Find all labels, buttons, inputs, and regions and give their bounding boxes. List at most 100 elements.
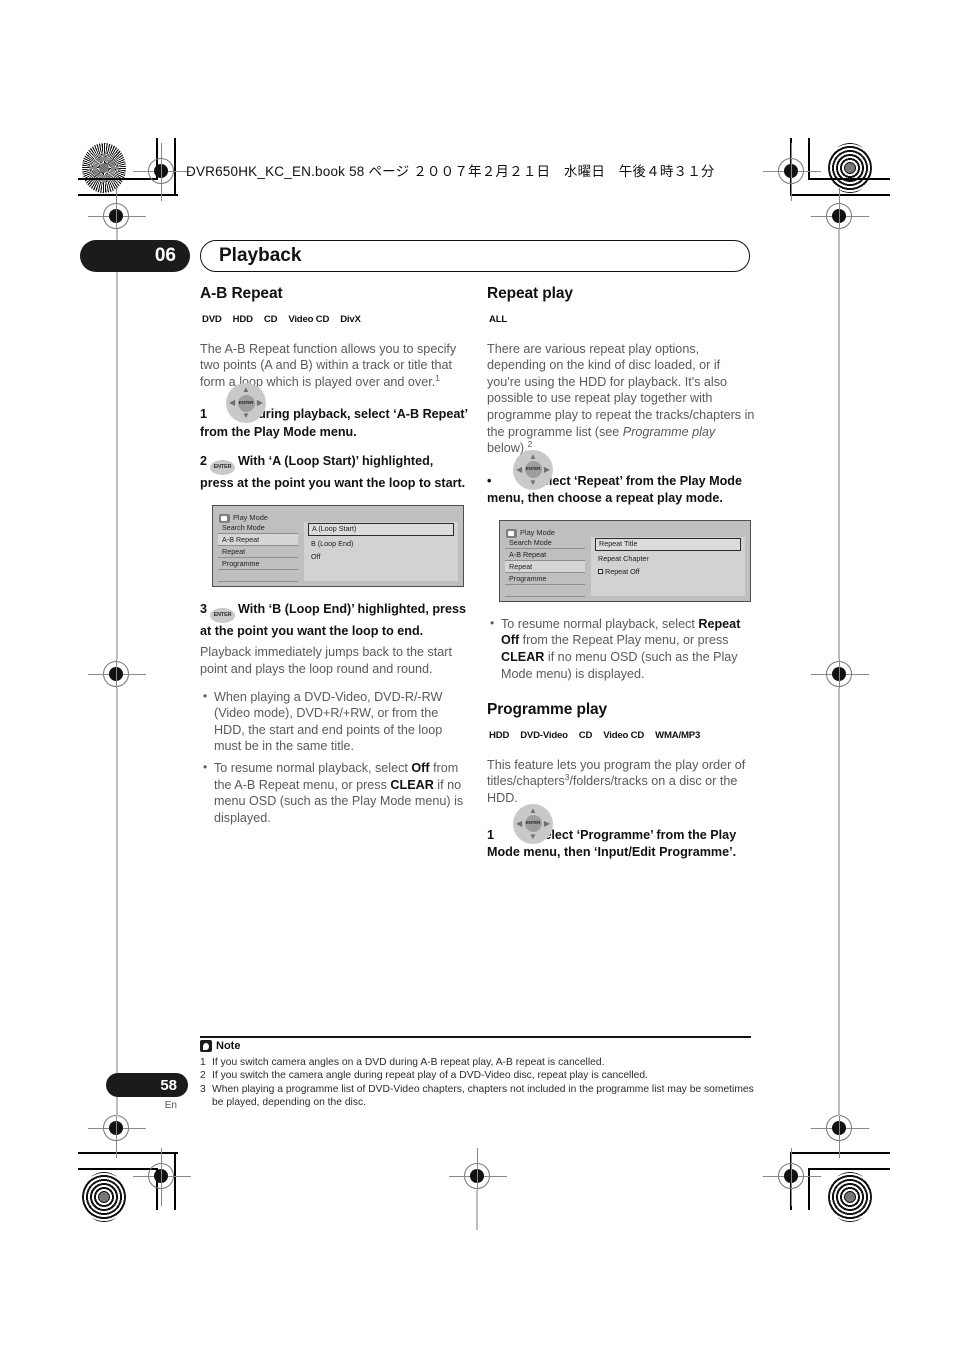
list-item: To resume normal playback, select Off fr… (203, 759, 470, 826)
osd-option-panel-2: Repeat Title Repeat Chapter Repeat Off (591, 536, 745, 596)
step-3-left-body: Playback immediately jumps back to the s… (200, 645, 452, 676)
osd-menu-item-search-mode[interactable]: Search Mode (218, 522, 298, 534)
dpad-right-arrow-icon: ▶ (256, 398, 263, 408)
repeat-play-intro-italic: Programme play (622, 424, 716, 439)
note-index-3: 3 (200, 1083, 206, 1095)
disc-badge-hdd-2: HDD (487, 728, 511, 746)
step-1-right-number: 1 (487, 827, 495, 842)
step-1-left: ▲ ▼ ◀ ▶ ENTER 1 During playback, select … (200, 383, 470, 441)
density-disc-top-right (828, 143, 872, 193)
osd-menu-item-ab-repeat-2[interactable]: A-B Repeat (505, 549, 585, 561)
osd-option-repeat-off-label: Repeat Off (605, 566, 640, 576)
disc-badge-wma-mp3: WMA/MP3 (653, 728, 702, 746)
disc-badge-all: ALL (487, 312, 509, 330)
osd-option-repeat-title[interactable]: Repeat Title (595, 537, 741, 551)
dpad-enter-icon-2: ▲ ▼ ◀ ▶ ENTER (513, 449, 553, 490)
step-2-left-text: With ‘A (Loop Start)’ highlighted, press… (200, 454, 466, 491)
step-3-left: 3 ENTER With ‘B (Loop End)’ highlighted, p… (200, 601, 470, 641)
density-disc-bottom-right (828, 1172, 872, 1222)
osd-option-off[interactable]: Off (308, 551, 454, 562)
registration-mark-upper-right (811, 188, 869, 246)
note-icon (200, 1040, 212, 1052)
osd-menu-item-search-mode-2[interactable]: Search Mode (505, 537, 585, 549)
disc-badge-video-cd-2: Video CD (601, 728, 646, 746)
registration-mark-lower-right (811, 1100, 869, 1158)
osd-option-repeat-off[interactable]: Repeat Off (595, 566, 741, 577)
disc-badges-repeat-play: ALL (487, 312, 757, 330)
dpad-right-arrow-icon-3: ▶ (543, 818, 550, 828)
osd-option-panel: A (Loop Start) B (Loop End) Off (304, 521, 458, 581)
density-disc-top-left (82, 143, 126, 193)
dpad-up-arrow-icon: ▲ (242, 385, 250, 395)
osd-menu-item-repeat[interactable]: Repeat (218, 546, 298, 558)
registration-mark-mid-right (811, 646, 869, 704)
disc-badge-cd: CD (262, 312, 279, 330)
note-item-3: 3 When playing a programme list of DVD-V… (200, 1083, 760, 1110)
guide-line-right-lower (838, 688, 840, 1116)
rp-bullet-1-p1: To resume normal playback, select (501, 616, 699, 631)
step-3-left-line: 3 ENTER With ‘B (Loop End)’ highlighted, p… (200, 601, 470, 641)
registration-mark-mid-left (88, 646, 146, 704)
note-item-1: 1 If you switch camera angles on a DVD d… (200, 1056, 760, 1069)
repeat-play-intro: There are various repeat play options, d… (487, 341, 757, 457)
right-column: Repeat play ALL There are various repeat… (487, 285, 757, 874)
osd-play-mode-ab-repeat: Play Mode Search Mode A-B Repeat Repeat … (212, 504, 464, 587)
note-index-2: 2 (200, 1070, 206, 1082)
list-item: To resume normal playback, select Repeat… (490, 615, 757, 682)
list-item: When playing a DVD-Video, DVD-R/-RW (Vid… (203, 688, 470, 755)
note-text-3: When playing a programme list of DVD-Vid… (212, 1083, 754, 1109)
osd-menu-item-programme[interactable]: Programme (218, 558, 298, 570)
step-3-left-number: 3 (200, 601, 208, 616)
bullet-2-p1: To resume normal playback, select (214, 760, 412, 775)
dpad-up-arrow-icon-3: ▲ (529, 805, 537, 815)
note-text-1: If you switch camera angles on a DVD dur… (212, 1057, 605, 1068)
repeat-play-bullets: To resume normal playback, select Repeat… (487, 615, 757, 682)
osd-menu-list-2: Search Mode A-B Repeat Repeat Programme (505, 537, 585, 597)
note-heading: Note (200, 1040, 240, 1052)
dpad-enter-center-label-3: ENTER (524, 815, 542, 832)
dpad-up-arrow-icon-2: ▲ (529, 451, 537, 461)
osd-option-repeat-chapter[interactable]: Repeat Chapter (595, 553, 741, 564)
dpad-left-arrow-icon-2: ◀ (516, 464, 523, 474)
note-text-2: If you switch the camera angle during re… (212, 1070, 648, 1082)
section-title-programme-play: Programme play (487, 701, 608, 719)
step-3-left-text: With ‘B (Loop End)’ highlighted, press a… (200, 601, 466, 638)
step-bullet-right: ▲ ▼ ◀ ▶ ENTER • Select ‘Repeat’ from the… (487, 449, 757, 508)
disc-badge-video-cd: Video CD (286, 312, 331, 330)
dpad-enter-icon-3: ▲ ▼ ◀ ▶ ENTER (513, 803, 553, 844)
osd-menu-item-programme-2[interactable]: Programme (505, 573, 585, 585)
dpad-down-arrow-icon-2: ▼ (529, 477, 537, 487)
dpad-enter-center-label-2: ENTER (524, 461, 542, 479)
footnote-ref-1: 1 (435, 372, 440, 383)
note-item-2: 2 If you switch the camera angle during … (200, 1069, 760, 1082)
step-1-right: ▲ ▼ ◀ ▶ ENTER 1 Select ‘Programme’ from … (487, 803, 757, 862)
enter-button-icon: ENTER (210, 460, 236, 476)
disc-badge-dvd: DVD (200, 312, 224, 330)
enter-button-icon-2: ENTER (210, 607, 236, 623)
dpad-enter-center-label: ENTER (237, 394, 255, 412)
note-index-1: 1 (200, 1057, 206, 1068)
book-file-header: DVR650HK_KC_EN.book 58 ページ ２００７年２月２１日 水曜… (186, 164, 715, 179)
osd-option-b-loop-end[interactable]: B (Loop End) (308, 538, 454, 549)
guide-line-right (838, 229, 840, 659)
rp-bullet-1-p3: from the Repeat Play menu, or press (519, 633, 729, 648)
rp-bullet-1-clear-bold: CLEAR (501, 649, 545, 664)
bullet-1-text: When playing a DVD-Video, DVD-R/-RW (Vid… (214, 689, 443, 754)
ab-repeat-bullets: When playing a DVD-Video, DVD-R/-RW (Vid… (200, 688, 470, 827)
osd-menu-list: Search Mode A-B Repeat Repeat Programme (218, 522, 298, 582)
osd-menu-item-repeat-2[interactable]: Repeat (505, 560, 585, 573)
disc-badge-cd-2: CD (577, 728, 594, 746)
osd-menu-item-ab-repeat[interactable]: A-B Repeat (218, 533, 298, 546)
checkbox-icon[interactable] (598, 568, 603, 574)
disc-badge-divx: DivX (338, 312, 363, 330)
osd-option-a-loop-start[interactable]: A (Loop Start) (308, 522, 454, 536)
bullet-2-off-bold: Off (411, 760, 430, 775)
registration-mark-top-left (133, 143, 191, 201)
osd-play-mode-repeat: Play Mode Search Mode A-B Repeat Repeat … (499, 519, 751, 602)
footnote-ref-2: 2 (527, 438, 533, 449)
bullet-2-clear-bold: CLEAR (390, 777, 434, 792)
dpad-right-arrow-icon-2: ▶ (543, 464, 550, 474)
note-list: 1 If you switch camera angles on a DVD d… (200, 1056, 760, 1110)
guide-line-bottom-center (476, 1190, 478, 1230)
programme-play-intro: This feature lets you program the play o… (487, 757, 757, 807)
